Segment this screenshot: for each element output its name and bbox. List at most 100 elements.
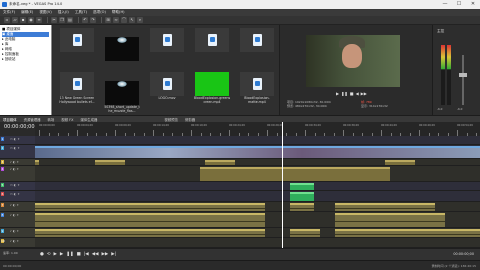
media-item[interactable] <box>192 28 232 70</box>
tab-explorer[interactable]: 资源管理器 <box>24 117 41 122</box>
menu-help[interactable]: 帮助(H) <box>112 10 125 15</box>
time-ruler[interactable]: 00:00:00;00 00:00:04;29 00:00:09;29 00:00:1… <box>35 122 480 136</box>
play-from-start-button[interactable]: ▶ <box>54 252 57 257</box>
timeline-clip[interactable] <box>35 160 39 165</box>
track-header[interactable]: 2 ▭ ◐ ✦ <box>0 145 35 159</box>
menu-edit[interactable]: 编辑(E) <box>21 10 33 15</box>
track-header[interactable]: 6 ▭ ◐ ✦ <box>0 191 35 202</box>
go-to-end-button[interactable]: ▶| <box>111 252 116 257</box>
audio-track[interactable] <box>35 228 480 238</box>
timeline-clip[interactable] <box>205 160 235 165</box>
track-controls-icon[interactable]: ♪ ◐ ✦ <box>10 229 19 233</box>
tab-project-media[interactable]: 项目媒体 <box>3 117 17 122</box>
timeline-clip[interactable] <box>385 160 415 165</box>
track-header[interactable]: 5 ▭ ◐ ✦ <box>0 182 35 191</box>
media-item[interactable]: LOGO.mov <box>147 72 187 114</box>
menu-file[interactable]: 文件(F) <box>3 10 15 15</box>
track-header[interactable]: 10 ♪ ◐ ✦ <box>0 238 35 248</box>
track-controls-icon[interactable]: ▭ ◐ ✦ <box>10 146 20 150</box>
cut-icon[interactable]: ✂ <box>51 17 57 23</box>
media-item[interactable]: BloodExplosion-greens creen.mp4 <box>192 72 232 114</box>
open-icon[interactable]: ▱ <box>12 17 18 23</box>
properties-icon[interactable]: ≡ <box>36 17 42 23</box>
timeline-clip[interactable] <box>290 229 320 237</box>
zoom-icon[interactable]: ⌕ <box>137 17 143 23</box>
audio-track[interactable] <box>35 159 480 166</box>
tab-trimmer[interactable]: 修剪器 <box>185 117 195 122</box>
stop-button[interactable]: ■ <box>77 252 81 257</box>
timeline-clip[interactable] <box>35 213 265 227</box>
track-controls-icon[interactable]: ♪ ◐ ✦ <box>10 160 19 164</box>
track-header[interactable]: 1 ▭ ◐ ✦ <box>0 136 35 145</box>
tab-video-fx[interactable]: 视频 FX <box>61 117 73 122</box>
tab-media-generators[interactable]: 媒体生成器 <box>80 117 97 122</box>
menu-options[interactable]: 选项(O) <box>93 10 106 15</box>
track-controls-icon[interactable]: ♪ ◐ ✦ <box>10 213 19 217</box>
menu-tools[interactable]: 工具(T) <box>75 10 87 15</box>
fast-forward-button[interactable]: ▶▶ <box>101 252 108 257</box>
timeline-clip[interactable] <box>290 183 314 190</box>
media-item[interactable] <box>102 28 142 70</box>
copy-icon[interactable]: ❐ <box>59 17 65 23</box>
close-button[interactable]: ✕ <box>466 0 480 9</box>
track-controls-icon[interactable]: ♪ ◐ ✦ <box>10 239 19 243</box>
track-header[interactable]: 7 ♪ ◐ ✦ <box>0 202 35 212</box>
preview-stop-button[interactable]: ■ <box>350 91 354 96</box>
pause-button[interactable]: ❚❚ <box>66 252 73 257</box>
video-track[interactable] <box>35 191 480 202</box>
timeline-tracks[interactable] <box>35 122 480 248</box>
save-icon[interactable]: ▪ <box>20 17 26 23</box>
track-controls-icon[interactable]: ▭ ◐ ✦ <box>10 183 20 187</box>
record-button[interactable]: ● <box>40 252 44 257</box>
preview-prev-frame-button[interactable]: ◀ <box>356 91 359 96</box>
track-header[interactable]: 8 ♪ ◐ ✦ <box>0 212 35 228</box>
timeline-clip[interactable] <box>95 160 125 165</box>
go-to-start-button[interactable]: |◀ <box>84 252 89 257</box>
media-item[interactable]: 50398_short_update_t he_muzzle_flas... <box>102 72 142 114</box>
paste-icon[interactable]: ▤ <box>67 17 73 23</box>
preview-next-frame-button[interactable]: ▶▶ <box>361 91 367 96</box>
preview-pause-button[interactable]: ❚❚ <box>341 91 348 96</box>
track-controls-icon[interactable]: ▭ ◐ ✦ <box>10 192 20 196</box>
tab-video-preview[interactable]: 视频预览 <box>164 117 178 122</box>
menu-insert[interactable]: 插入(I) <box>58 10 69 15</box>
video-track[interactable] <box>35 182 480 191</box>
audio-track[interactable] <box>35 202 480 212</box>
timeline-clip[interactable] <box>290 203 314 211</box>
video-track[interactable] <box>35 145 480 159</box>
tree-item-recycle-bin[interactable]: ▸ 回收站 <box>2 57 49 62</box>
media-item[interactable] <box>57 28 97 70</box>
audio-track[interactable] <box>35 166 480 182</box>
play-button[interactable]: ▶ <box>60 252 63 257</box>
track-controls-icon[interactable]: ♪ ◐ ✦ <box>10 203 19 207</box>
track-header[interactable]: 3 ♪ ◐ ✦ <box>0 159 35 166</box>
loop-button[interactable]: ⟲ <box>47 252 51 257</box>
media-item[interactable]: BloodExplosion-matte.mp4 <box>237 72 277 114</box>
media-item[interactable] <box>147 28 187 70</box>
track-header[interactable]: 4 ♪ ◐ ✦ <box>0 166 35 182</box>
select-icon[interactable]: ↖ <box>129 17 135 23</box>
audio-track[interactable] <box>35 212 480 228</box>
timeline-clip[interactable] <box>200 167 390 181</box>
menu-view[interactable]: 视图(V) <box>39 10 51 15</box>
audio-track[interactable] <box>35 238 480 248</box>
timeline-clip[interactable] <box>35 229 265 237</box>
ripple-icon[interactable]: ≈ <box>113 17 119 23</box>
media-item[interactable]: 13 New Green Screen Hollywood bullets ef… <box>57 72 97 114</box>
maximize-button[interactable]: ☐ <box>452 0 466 9</box>
undo-icon[interactable]: ↶ <box>82 17 88 23</box>
track-header[interactable]: 9 ♪ ◐ ✦ <box>0 228 35 238</box>
media-item[interactable] <box>237 28 277 70</box>
video-track[interactable] <box>35 136 480 145</box>
playhead-cursor[interactable] <box>282 122 283 248</box>
timeline-clip[interactable] <box>335 229 480 237</box>
envelope-icon[interactable]: ⌒ <box>121 17 127 23</box>
render-icon[interactable]: ◉ <box>28 17 34 23</box>
timeline-clip[interactable] <box>35 203 265 211</box>
new-icon[interactable]: ▫ <box>4 17 10 23</box>
snap-icon[interactable]: ⊞ <box>105 17 111 23</box>
tab-transitions[interactable]: 转场 <box>48 117 55 122</box>
master-fader[interactable] <box>459 55 467 105</box>
redo-icon[interactable]: ↷ <box>90 17 96 23</box>
track-controls-icon[interactable]: ▭ ◐ ✦ <box>10 137 20 141</box>
